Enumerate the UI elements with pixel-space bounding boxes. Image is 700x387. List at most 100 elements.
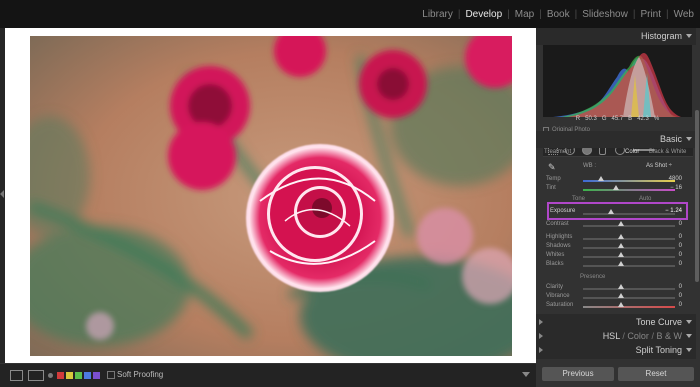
blacks-thumb[interactable] [618, 261, 624, 266]
split-toning-header[interactable]: Split Toning [536, 342, 696, 359]
whites-value[interactable]: 0 [652, 252, 682, 258]
readout-r: 50.3 [585, 116, 597, 122]
hsl-tabs: HSL / Color / B & W [603, 331, 682, 341]
develop-right-panel: Histogram R 50.3 G 45.7 B 42.3 % Origina… [536, 28, 700, 387]
module-print[interactable]: Print [636, 9, 665, 20]
treatment-bw[interactable]: Black & White [649, 149, 686, 155]
soft-proofing-label: Soft Proofing [117, 370, 164, 379]
tint-value[interactable]: − 16 [652, 185, 682, 191]
flag-icon[interactable] [48, 373, 53, 378]
toolbar: Soft Proofing [0, 363, 536, 387]
clarity-value[interactable]: 0 [652, 284, 682, 290]
highlights-thumb[interactable] [618, 234, 624, 239]
clarity-thumb[interactable] [618, 284, 624, 289]
contrast-thumb[interactable] [618, 221, 624, 226]
toolbar-menu-icon[interactable] [522, 372, 530, 377]
temp-thumb[interactable] [598, 176, 604, 181]
tab-color[interactable]: Color [627, 331, 649, 341]
blacks-label: Blacks [546, 261, 564, 267]
readout-g: 45.7 [611, 116, 624, 122]
temp-label: Temp [546, 176, 561, 182]
tint-label: Tint [546, 185, 556, 191]
wb-label: WB : [583, 163, 596, 169]
expand-icon[interactable] [539, 347, 543, 353]
basic-title: Basic [659, 134, 682, 144]
color-label-red[interactable] [57, 372, 64, 379]
split-toning-title: Split Toning [635, 345, 682, 355]
clarity-label: Clarity [546, 284, 564, 290]
collapse-icon[interactable] [686, 334, 692, 338]
highlights-value[interactable]: 0 [652, 234, 682, 240]
vibrance-value[interactable]: 0 [652, 293, 682, 299]
readout-b: 42.3 [637, 116, 649, 122]
expand-icon[interactable] [539, 319, 543, 325]
expand-left-panel-icon[interactable] [0, 190, 4, 198]
reset-button[interactable]: Reset [618, 367, 694, 381]
histogram[interactable] [543, 45, 692, 117]
highlights-label: Highlights [546, 234, 573, 240]
collapse-icon[interactable] [686, 137, 692, 141]
saturation-label: Saturation [546, 302, 574, 308]
shadows-label: Shadows [546, 243, 571, 249]
tab-bw[interactable]: B & W [656, 331, 682, 341]
before-after-icon[interactable] [28, 370, 44, 381]
panel-scrollbar[interactable] [695, 110, 699, 282]
exposure-value[interactable]: − 1.24 [652, 208, 682, 214]
flower-photo [30, 36, 512, 356]
saturation-thumb[interactable] [618, 302, 624, 307]
treatment-color[interactable]: Color [625, 149, 639, 155]
readout-b-label: B [628, 116, 633, 122]
collapse-icon[interactable] [686, 34, 692, 38]
contrast-label: Contrast [546, 221, 569, 227]
previous-button[interactable]: Previous [542, 367, 614, 381]
shadows-thumb[interactable] [618, 243, 624, 248]
temp-value[interactable]: 4800 [652, 176, 682, 182]
tab-separator: / [622, 331, 625, 341]
basic-header[interactable]: Basic [536, 131, 696, 148]
whites-label: Whites [546, 252, 565, 258]
tab-separator: / [651, 331, 654, 341]
histogram-readout: R 50.3 G 45.7 B 42.3 % [543, 116, 692, 126]
color-label-blue[interactable] [84, 372, 91, 379]
color-label-green[interactable] [75, 372, 82, 379]
tint-thumb[interactable] [613, 185, 619, 190]
color-label-purple[interactable] [93, 372, 100, 379]
loupe-view [5, 28, 536, 363]
module-web[interactable]: Web [670, 9, 698, 20]
module-book[interactable]: Book [543, 9, 574, 20]
histogram-header[interactable]: Histogram [536, 28, 696, 45]
module-slideshow[interactable]: Slideshow [578, 9, 632, 20]
module-picker: Library | Develop | Map | Book | Slidesh… [0, 0, 700, 28]
readout-r-label: R [575, 116, 581, 122]
exposure-thumb[interactable] [608, 209, 614, 214]
histogram-title: Histogram [640, 31, 682, 41]
tone-curve-title: Tone Curve [635, 317, 682, 327]
wb-select[interactable]: As Shot ÷ [646, 163, 672, 169]
treatment-label: Treatment : [544, 149, 575, 155]
module-library[interactable]: Library [418, 9, 457, 20]
vibrance-thumb[interactable] [618, 293, 624, 298]
tab-hsl[interactable]: HSL [603, 331, 620, 341]
contrast-value[interactable]: 0 [652, 221, 682, 227]
readout-unit: % [653, 116, 660, 122]
soft-proofing-checkbox[interactable] [107, 371, 115, 379]
collapse-icon[interactable] [686, 320, 692, 324]
shadows-value[interactable]: 0 [652, 243, 682, 249]
lightroom-window: Library | Develop | Map | Book | Slidesh… [0, 0, 700, 387]
collapse-icon[interactable] [686, 348, 692, 352]
module-develop[interactable]: Develop [461, 9, 506, 20]
whites-thumb[interactable] [618, 252, 624, 257]
photo-preview[interactable] [30, 36, 512, 356]
expand-icon[interactable] [539, 333, 543, 339]
color-label-yellow[interactable] [66, 372, 73, 379]
saturation-value[interactable]: 0 [652, 302, 682, 308]
histogram-graph [553, 53, 681, 117]
module-map[interactable]: Map [511, 9, 538, 20]
blacks-value[interactable]: 0 [652, 261, 682, 267]
module-list: Library | Develop | Map | Book | Slidesh… [418, 9, 698, 20]
wb-eyedropper-icon[interactable]: ✎ [548, 162, 556, 173]
exposure-label: Exposure [550, 208, 576, 214]
loupe-view-icon[interactable] [10, 370, 23, 381]
vibrance-label: Vibrance [546, 293, 570, 299]
presence-label: Presence [580, 274, 606, 280]
